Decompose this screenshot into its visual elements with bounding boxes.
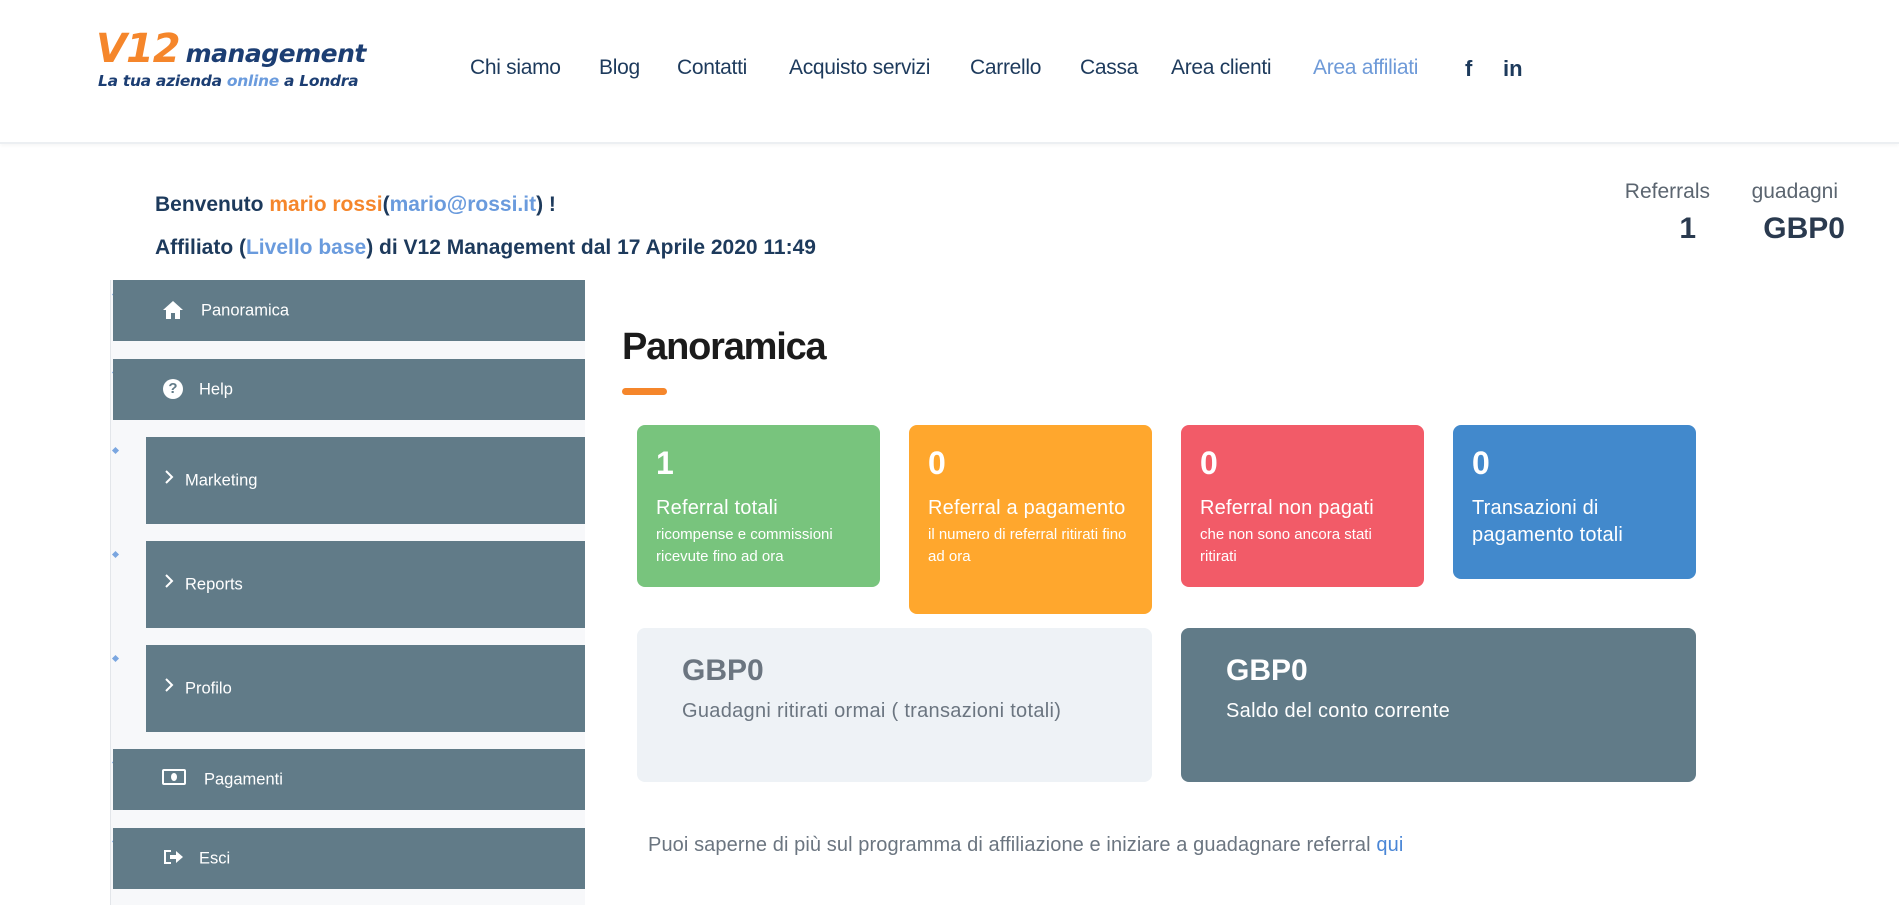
site-header: V12 management La tua azienda online a Lo… (0, 0, 1899, 144)
logo-tagline: La tua azienda online a Londra (98, 72, 359, 90)
footer-link-qui[interactable]: qui (1376, 834, 1403, 856)
sidebar-item-pagamenti[interactable]: Pagamenti (113, 749, 585, 810)
sidebar-label-pagamenti: Pagamenti (204, 770, 283, 788)
logo-wordmark: V12 management (96, 26, 366, 72)
logout-icon (162, 848, 184, 870)
sidebar-item-esci[interactable]: Esci (113, 828, 585, 889)
affiliate-info-text: Puoi saperne di più sul programma di aff… (648, 834, 1403, 857)
facebook-icon[interactable]: f (1465, 56, 1472, 82)
logo-management: management (185, 39, 367, 68)
sidebar-label-reports: Reports (185, 575, 243, 593)
big-card-label: Guadagni ritirati ormai ( transazioni to… (682, 700, 1062, 722)
sidebar-item-help[interactable]: ? Help (113, 359, 585, 420)
nav-chi-siamo[interactable]: Chi siamo (470, 56, 561, 80)
nav-area-clienti[interactable]: Area clienti (1171, 56, 1272, 80)
card-transazioni-totali[interactable]: 0 Transazioni di pagamento totali (1453, 425, 1696, 579)
card-number: 1 (656, 445, 674, 481)
card-title: Referral a pagamento (928, 497, 1126, 519)
earnings-stat: guadagni GBP0 (1740, 180, 1845, 246)
sidebar-label-help: Help (199, 380, 233, 398)
sidebar-label-profilo: Profilo (185, 679, 232, 697)
nav-cassa[interactable]: Cassa (1080, 56, 1138, 80)
chevron-right-icon (158, 573, 180, 596)
card-title: Referral non pagati (1200, 497, 1374, 519)
card-subtitle: ricompense e commissioni ricevute fino a… (656, 526, 833, 565)
card-referral-a-pagamento[interactable]: 0 Referral a pagamento il numero di refe… (909, 425, 1152, 614)
card-title: Transazioni di pagamento totali (1472, 497, 1624, 546)
referrals-stat: Referrals 1 (1620, 180, 1710, 246)
logo-v12: V12 (96, 26, 181, 72)
sidebar-label-esci: Esci (199, 849, 231, 867)
sidebar-bullet (111, 446, 120, 455)
chevron-right-icon (158, 469, 180, 492)
referrals-label: Referrals (1624, 180, 1710, 203)
chevron-right-icon (158, 677, 180, 700)
help-icon: ? (162, 378, 184, 401)
linkedin-icon[interactable]: in (1503, 56, 1523, 82)
nav-area-affiliati[interactable]: Area affiliati (1313, 56, 1418, 80)
affiliate-level: Livello base (245, 236, 367, 259)
sidebar-label-panoramica: Panoramica (201, 301, 290, 319)
footer-text: Puoi saperne di più sul programma di aff… (648, 834, 1371, 856)
welcome-pre: Benvenuto (155, 193, 264, 216)
card-number: 0 (1200, 445, 1218, 481)
sidebar-label-marketing: Marketing (185, 471, 258, 489)
earnings-label: guadagni (1751, 180, 1838, 203)
big-card-label: Saldo del conto corrente (1226, 700, 1451, 722)
card-subtitle: il numero di referral ritirati fino ad o… (928, 526, 1127, 565)
nav-carrello[interactable]: Carrello (970, 56, 1041, 80)
nav-blog[interactable]: Blog (599, 56, 640, 80)
affiliate-info: Affiliato (Livello base) di V12 Manageme… (155, 236, 816, 260)
page-title: Panoramica (622, 326, 827, 368)
card-subtitle: che non sono ancora stati ritirati (1200, 526, 1372, 565)
user-name: mario rossi (269, 193, 383, 216)
welcome-close: ) ! (536, 193, 556, 216)
home-icon (162, 300, 184, 322)
sidebar-item-panoramica[interactable]: Panoramica (113, 280, 585, 341)
card-number: 0 (1472, 445, 1490, 481)
tagline-pre: La tua azienda (98, 72, 222, 90)
earnings-value: GBP0 (1763, 212, 1845, 245)
sidebar-item-reports[interactable]: Reports (146, 541, 585, 628)
welcome-open: ( (382, 193, 390, 216)
card-saldo-conto: GBP0 Saldo del conto corrente (1181, 628, 1696, 782)
card-guadagni-ritirati: GBP0 Guadagni ritirati ormai ( transazio… (637, 628, 1152, 782)
affiliate-pre: Affiliato ( (155, 236, 246, 259)
nav-acquisto-servizi[interactable]: Acquisto servizi (789, 56, 930, 80)
site-logo[interactable]: V12 management La tua azienda online a Lo… (96, 26, 386, 96)
affiliate-post: ) di V12 Management dal 17 Aprile 2020 1… (366, 236, 816, 259)
sidebar-item-profilo[interactable]: Profilo (146, 645, 585, 732)
big-card-value: GBP0 (682, 654, 764, 687)
welcome-line: Benvenuto mario rossi(mario@rossi.it) ! (155, 193, 556, 217)
referrals-value: 1 (1679, 212, 1696, 245)
tagline-accent: online (226, 72, 279, 90)
user-email: mario@rossi.it (389, 193, 537, 216)
title-underline (622, 388, 667, 395)
money-icon (162, 768, 186, 791)
card-referral-non-pagati[interactable]: 0 Referral non pagati che non sono ancor… (1181, 425, 1424, 587)
sidebar-item-marketing[interactable]: Marketing (146, 437, 585, 524)
tagline-post: a Londra (284, 72, 359, 90)
nav-contatti[interactable]: Contatti (677, 56, 747, 80)
big-card-value: GBP0 (1226, 654, 1308, 687)
sidebar-bullet (111, 550, 120, 559)
sidebar: Panoramica ? Help Marketing Reports Prof… (110, 280, 585, 905)
sidebar-bullet (111, 654, 120, 663)
card-number: 0 (928, 445, 946, 481)
card-referral-totali[interactable]: 1 Referral totali ricompense e commissio… (637, 425, 880, 587)
card-title: Referral totali (656, 497, 778, 519)
